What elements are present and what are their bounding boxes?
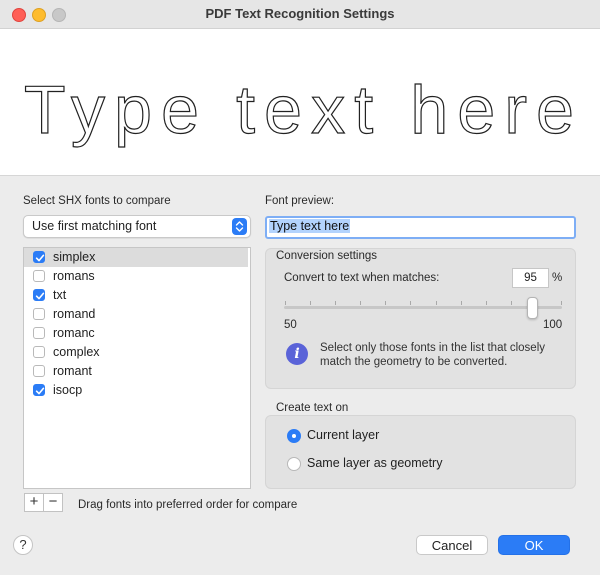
shx-preview-banner: Type text here [0,29,600,176]
font-checkbox[interactable] [33,365,45,377]
info-icon: i [286,343,308,365]
font-name: romanc [53,326,95,340]
font-name: isocp [53,383,83,397]
title-bar: PDF Text Recognition Settings [0,0,600,29]
cancel-button[interactable]: Cancel [416,535,488,555]
slider-tick [435,301,437,305]
current-layer-radio[interactable] [287,429,301,443]
shx-font-list[interactable]: simplex romans txt romand romanc complex roman… [23,247,251,489]
font-name: complex [53,345,100,359]
slider-tick [285,301,286,305]
slider-max-label: 100 [543,319,563,331]
font-list-item[interactable]: complex [24,343,248,362]
slider-tick [310,301,312,305]
slider-tick [485,301,487,305]
threshold-slider-thumb[interactable] [527,297,538,319]
font-preview-value: Type text here [269,219,351,233]
slider-tick [385,301,387,305]
shx-preview-text: Type text here [24,72,574,148]
dropdown-chevron-icon [232,218,247,235]
match-mode-value: Use first matching font [32,219,157,233]
threshold-input[interactable]: 95 [512,268,549,288]
match-mode-dropdown[interactable]: Use first matching font [23,215,251,238]
font-name: romant [53,364,92,378]
slider-tick [410,301,412,305]
same-layer-label: Same layer as geometry [307,456,443,470]
add-font-button[interactable]: + [24,493,44,512]
current-layer-label: Current layer [307,428,380,442]
font-list-item[interactable]: romans [24,267,248,286]
checkmark-icon [35,292,45,300]
ok-button[interactable]: OK [498,535,570,555]
threshold-slider[interactable] [284,306,562,309]
select-fonts-heading: Select SHX fonts to compare [23,195,171,207]
font-preview-field[interactable]: Type text here [265,216,576,239]
create-text-on-group [265,415,576,489]
drag-hint-text: Drag fonts into preferred order for comp… [78,499,298,511]
font-name: txt [53,288,67,302]
font-checkbox[interactable] [33,308,45,320]
font-checkbox[interactable] [33,289,45,301]
font-preview-label: Font preview: [265,195,335,207]
slider-tick [360,301,362,305]
font-list-item[interactable]: romant [24,362,248,381]
slider-min-label: 50 [284,319,297,331]
font-list-item[interactable]: romanc [24,324,248,343]
font-list-item[interactable]: romand [24,305,248,324]
font-list-item[interactable]: txt [24,286,248,305]
conversion-settings-heading: Conversion settings [276,250,377,262]
info-text: Select only those fonts in the list that… [320,342,546,368]
font-checkbox[interactable] [33,327,45,339]
font-checkbox[interactable] [33,384,45,396]
font-checkbox[interactable] [33,251,45,263]
slider-tick [510,301,512,305]
font-checkbox[interactable] [33,270,45,282]
checkmark-icon [35,254,45,262]
threshold-label: Convert to text when matches: [284,272,440,284]
slider-tick [460,301,462,305]
threshold-unit: % [552,272,563,284]
checkmark-icon [35,387,45,395]
window-title: PDF Text Recognition Settings [205,6,395,21]
slider-tick [561,301,562,305]
font-name: romand [53,307,96,321]
font-name: romans [53,269,95,283]
create-text-on-heading: Create text on [276,402,349,414]
font-checkbox[interactable] [33,346,45,358]
font-list-item[interactable]: isocp [24,381,248,400]
remove-font-button[interactable]: − [43,493,63,512]
font-name: simplex [53,250,96,264]
help-button[interactable]: ? [13,535,33,555]
font-list-item[interactable]: simplex [24,248,248,267]
slider-tick [335,301,337,305]
same-layer-radio[interactable] [287,457,301,471]
